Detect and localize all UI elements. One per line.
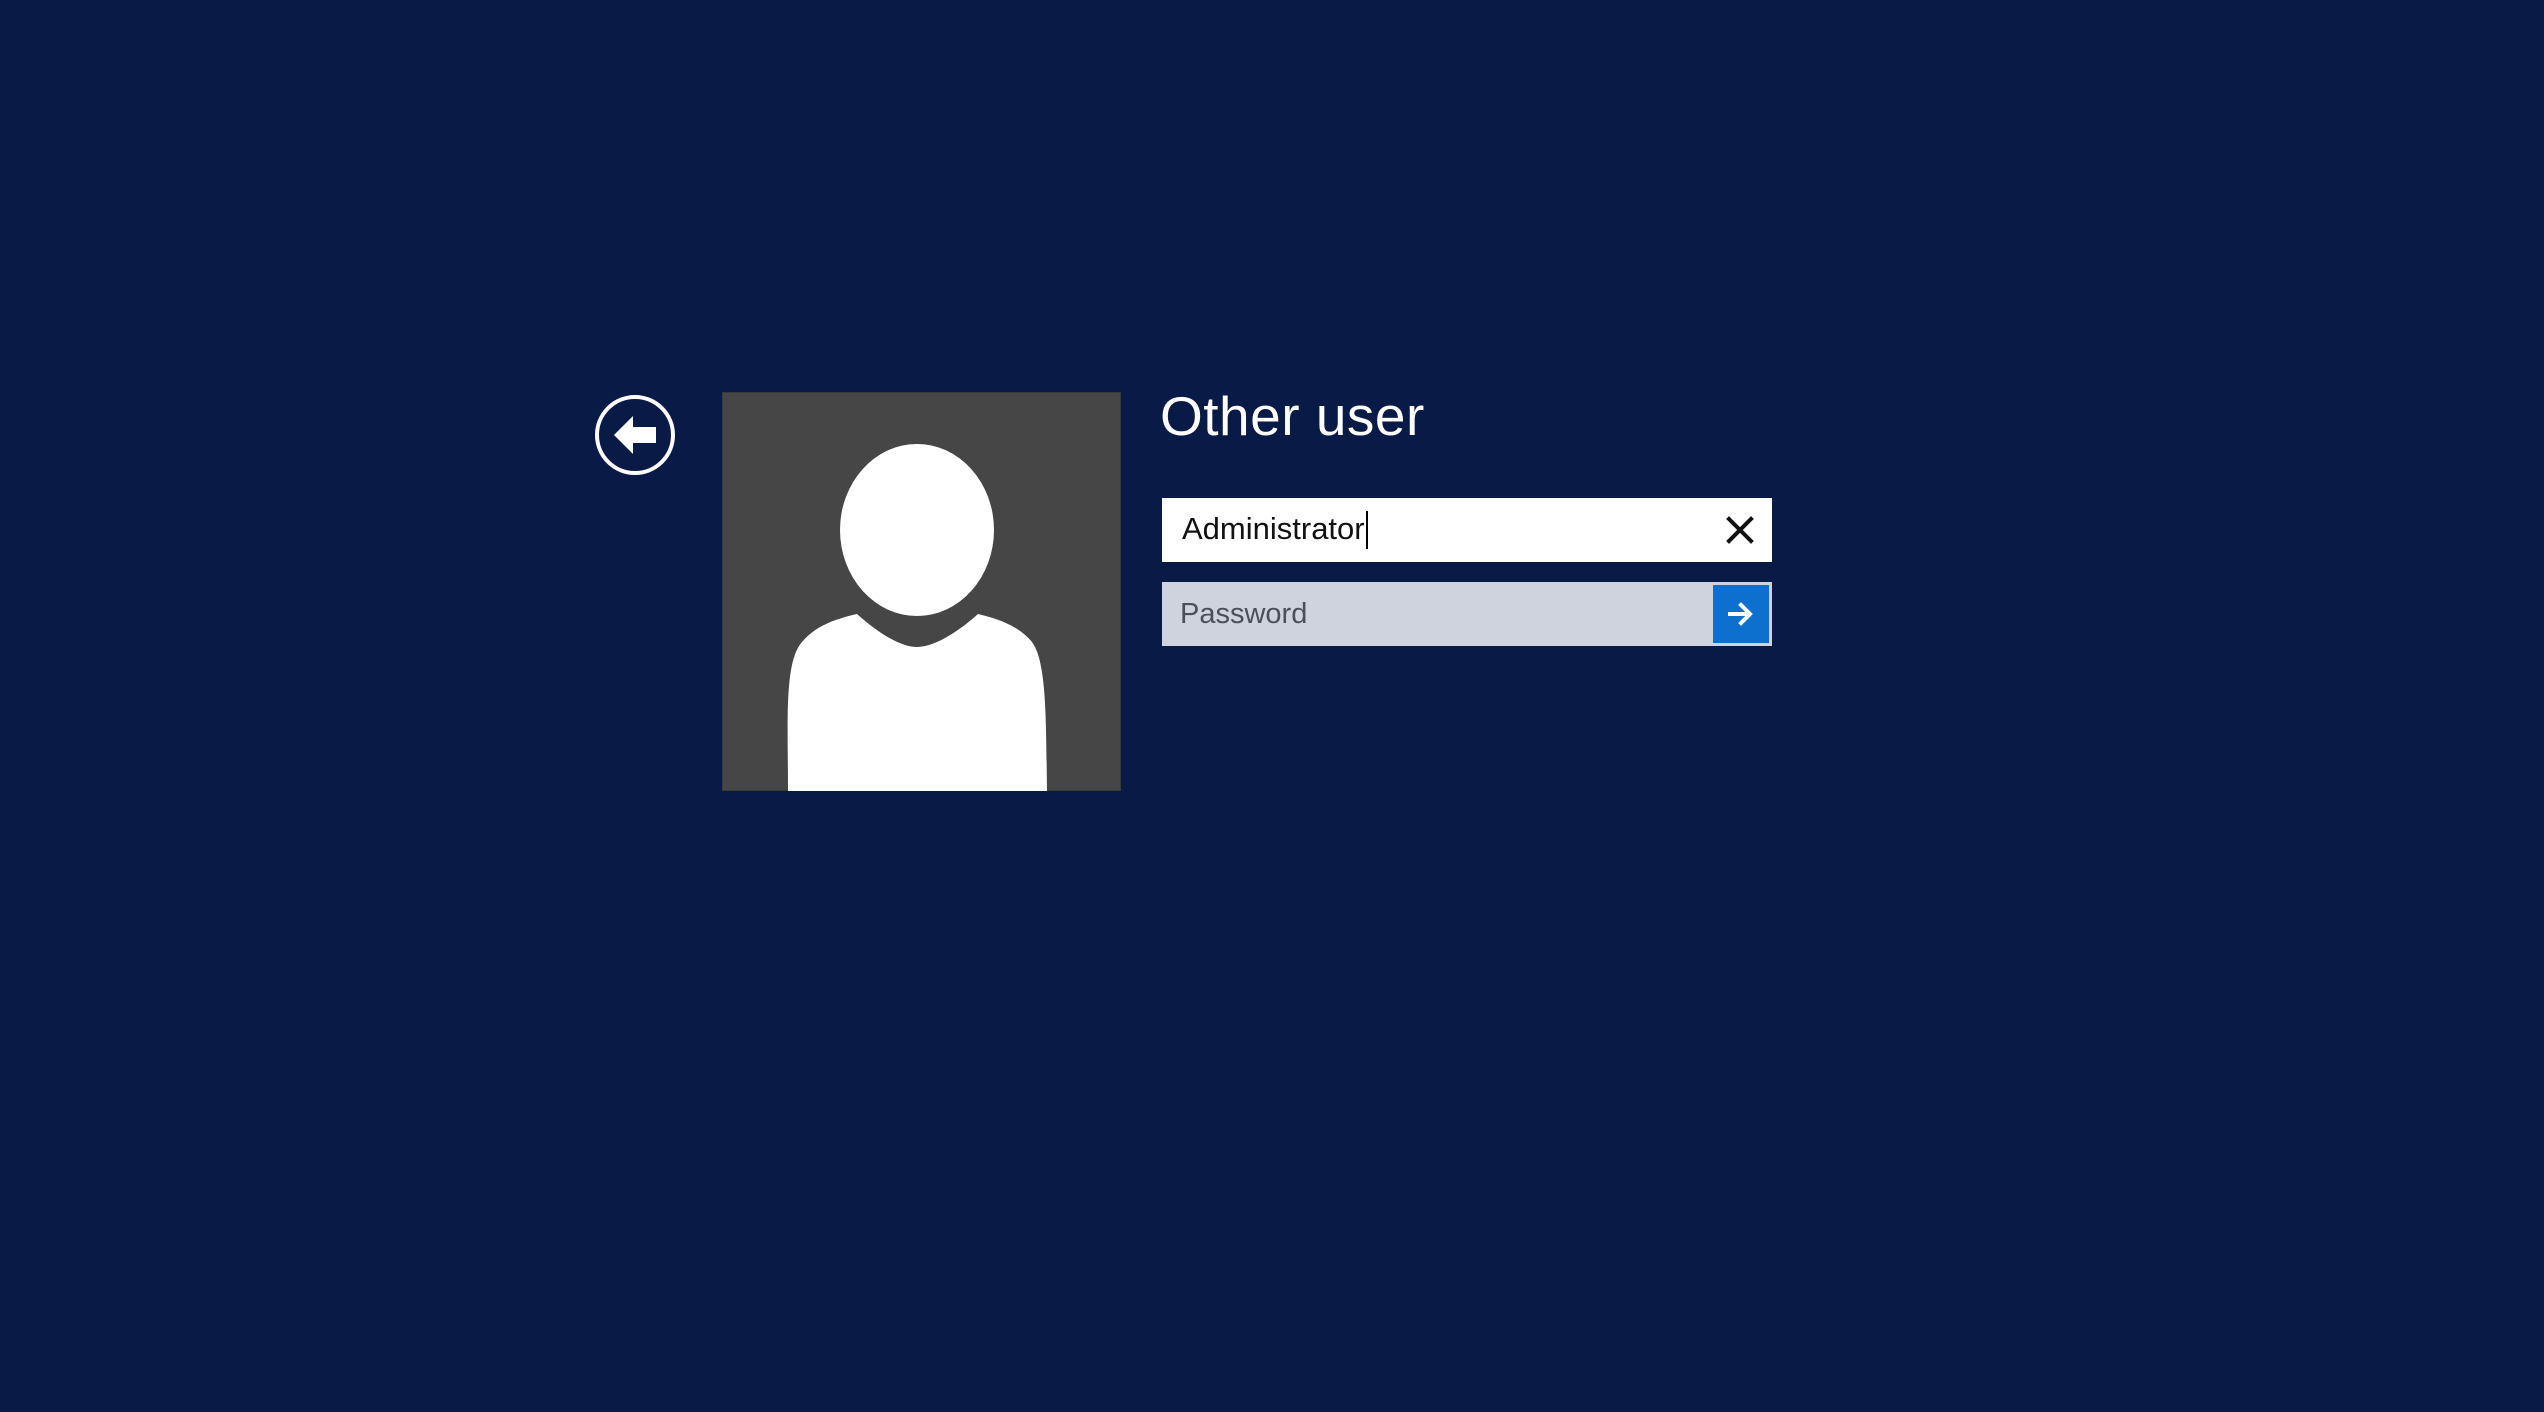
username-field[interactable]: Administrator: [1162, 498, 1772, 562]
back-button[interactable]: [594, 394, 676, 476]
text-caret: [1365, 511, 1368, 550]
user-silhouette-icon: [787, 444, 1047, 791]
back-arrow-circle-icon: [595, 395, 675, 475]
username-value: Administrator: [1182, 510, 1365, 546]
submit-button[interactable]: [1713, 585, 1769, 643]
close-icon: [1726, 516, 1754, 544]
password-placeholder: Password: [1180, 597, 1308, 630]
user-name-title: Other user: [1160, 385, 1425, 447]
clear-username-button[interactable]: [1708, 498, 1772, 562]
arrow-right-icon: [1728, 602, 1753, 626]
username-input[interactable]: Administrator: [1182, 511, 1708, 550]
password-field[interactable]: Password: [1162, 582, 1772, 646]
lock-screen: Other user Administrator Password: [0, 0, 2544, 1412]
avatar: [722, 392, 1121, 791]
